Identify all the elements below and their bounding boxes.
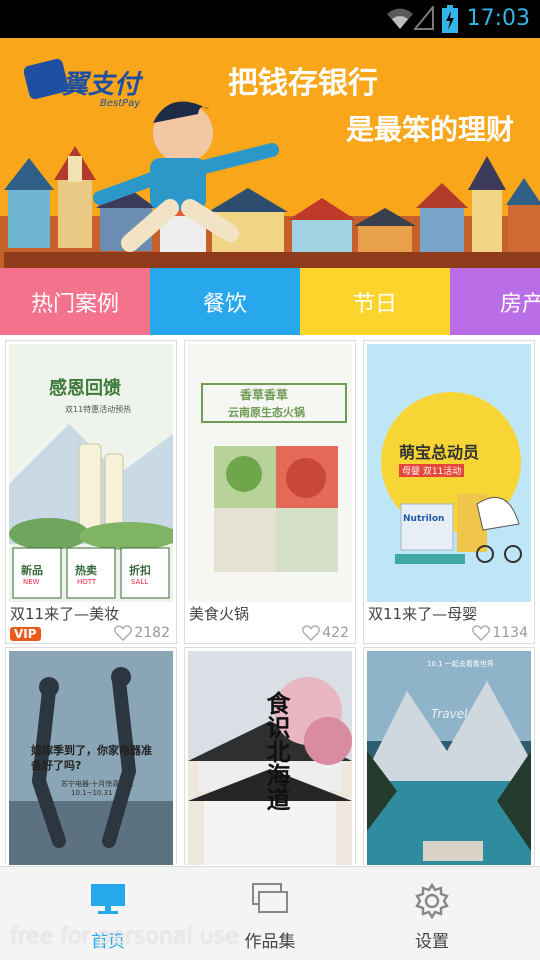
thumb-subline: 双11特惠活动预热 <box>65 405 132 414</box>
thumb-headline: 食识北海道 <box>262 691 290 811</box>
heart-icon <box>472 625 491 641</box>
card-title: 美食火锅 <box>189 605 250 623</box>
category-hot-cases[interactable]: 热门案例 <box>0 268 150 335</box>
clock: 17:03 <box>466 6 530 31</box>
template-card[interactable]: 10.1 一起去看看世界 Travel <box>363 647 535 865</box>
tab-settings[interactable]: 设置 <box>372 867 492 961</box>
brand-name: 翼支付 <box>62 70 141 100</box>
houses-skyline <box>0 146 540 268</box>
thumb-subline: 云南原生态火锅 <box>228 406 305 419</box>
like-count[interactable]: 1134 <box>472 625 528 641</box>
card-thumbnail: 香草香草 云南原生态火锅 <box>188 344 352 602</box>
card-thumbnail: 食识北海道 <box>188 651 352 865</box>
gallery-icon <box>252 883 288 913</box>
template-card[interactable]: 食识北海道 <box>184 647 356 865</box>
card-thumbnail: 感恩回馈 双11特惠活动预热 新品 热卖 折扣 NEW HOTT SALL <box>9 344 173 602</box>
thumb-date: 10.1~10.31 <box>71 789 113 797</box>
like-count[interactable]: 2182 <box>114 625 170 641</box>
thumb-subline: 苏宁电器·十月惊喜放送 <box>61 780 134 788</box>
category-real-estate[interactable]: 房产 <box>450 268 540 335</box>
card-thumbnail: 萌宝总动员 母婴 双11活动 Nutrilon <box>367 344 531 602</box>
gear-icon <box>415 883 449 919</box>
card-title: 双11来了—母婴 <box>368 605 478 623</box>
thumb-headline: 萌宝总动员 <box>399 443 480 462</box>
thumb-item-new: 新品 <box>21 564 43 577</box>
banner-slogan-line2: 是最笨的理财 <box>346 113 515 146</box>
card-thumbnail: 10.1 一起去看看世界 Travel <box>367 651 531 865</box>
promo-banner[interactable]: 翼支付 BestPay 把钱存银行 是最笨的理财 <box>0 38 540 268</box>
bottom-tab-bar: 首页 作品集 设置 <box>0 866 540 960</box>
thumb-item-new-en: NEW <box>23 578 40 586</box>
tab-works-label: 作品集 <box>244 932 296 952</box>
thumb-item-hot: 热卖 <box>75 564 97 577</box>
like-count-value: 1134 <box>492 625 528 641</box>
thumb-subline: 母婴 双11活动 <box>399 464 465 477</box>
wifi-icon <box>387 8 413 29</box>
category-dining[interactable]: 餐饮 <box>150 268 300 335</box>
heart-icon <box>114 625 133 641</box>
monitor-icon <box>91 884 125 914</box>
heart-icon <box>302 625 321 641</box>
thumb-item-sale: 折扣 <box>129 564 151 577</box>
thumb-headline: 感恩回馈 <box>49 378 121 399</box>
bestpay-logo: 翼支付 BestPay <box>22 56 146 126</box>
card-thumbnail: 婚嫁季到了，你家电器准备好了吗? 苏宁电器·十月惊喜放送 10.1~10.31 <box>9 651 173 865</box>
thumb-item-sale-en: SALL <box>131 578 149 586</box>
tab-home[interactable]: 首页 <box>48 867 168 961</box>
template-grid: 感恩回馈 双11特惠活动预热 新品 热卖 折扣 NEW HOTT SALL 双1… <box>0 335 540 865</box>
thumb-brand: Nutrilon <box>403 514 445 524</box>
tab-works[interactable]: 作品集 <box>210 867 330 961</box>
thumb-headline: 10.1 一起去看看世界 <box>427 660 494 668</box>
template-card[interactable]: 香草香草 云南原生态火锅 美食火锅 422 <box>184 340 356 644</box>
cell-signal-icon <box>414 6 434 30</box>
thumb-headline: 香草香草 <box>240 388 289 402</box>
template-card[interactable]: 感恩回馈 双11特惠活动预热 新品 热卖 折扣 NEW HOTT SALL 双1… <box>5 340 177 644</box>
template-card[interactable]: 婚嫁季到了，你家电器准备好了吗? 苏宁电器·十月惊喜放送 10.1~10.31 <box>5 647 177 865</box>
status-bar: 17:03 <box>0 0 540 38</box>
vip-badge: VIP <box>10 627 41 641</box>
banner-slogan-line1: 把钱存银行 <box>228 66 378 101</box>
thumb-subline: Travel <box>431 707 468 721</box>
template-card[interactable]: 萌宝总动员 母婴 双11活动 Nutrilon 双11来了—母婴 1134 <box>363 340 535 644</box>
tab-home-label: 首页 <box>91 932 125 952</box>
thumb-headline: 婚嫁季到了，你家电器准备好了吗? <box>31 744 152 772</box>
battery-icon <box>442 5 458 33</box>
tab-settings-label: 设置 <box>415 932 449 952</box>
card-title: 双11来了—美妆 <box>10 605 120 623</box>
like-count[interactable]: 422 <box>302 625 349 641</box>
like-count-value: 422 <box>322 625 349 641</box>
brand-name-en: BestPay <box>100 98 141 109</box>
category-tabs: 热门案例 餐饮 节日 房产 <box>0 268 540 335</box>
category-holiday[interactable]: 节日 <box>300 268 450 335</box>
like-count-value: 2182 <box>134 625 170 641</box>
thumb-item-hot-en: HOTT <box>77 578 97 586</box>
